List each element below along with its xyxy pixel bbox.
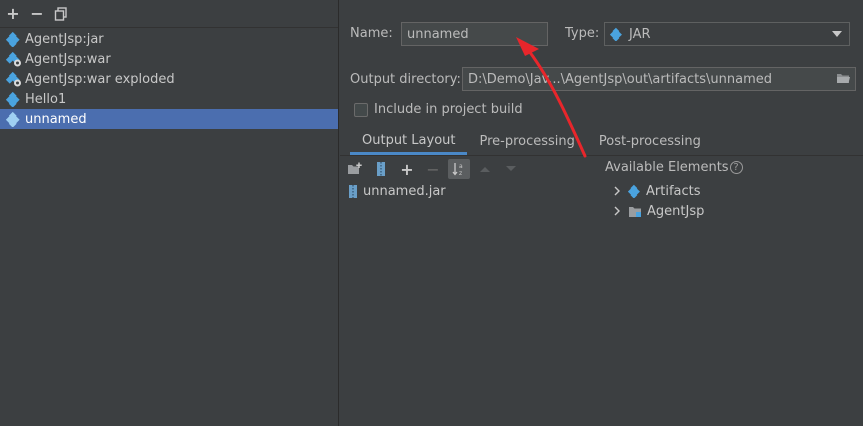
- create-archive-button[interactable]: [370, 159, 392, 179]
- artifacts-toolbar: + −: [0, 0, 338, 28]
- artifact-item-hello1[interactable]: Hello1: [0, 89, 338, 109]
- type-label: Type:: [565, 26, 600, 41]
- available-elements-header: Available Elements ?: [605, 160, 743, 175]
- add-artifact-button[interactable]: +: [4, 5, 22, 23]
- include-in-build-label: Include in project build: [374, 102, 523, 117]
- svg-text:z: z: [459, 170, 462, 177]
- chevron-right-icon[interactable]: [610, 184, 624, 198]
- artifact-label: Hello1: [25, 91, 67, 107]
- artifact-item-agentjsp-jar[interactable]: AgentJsp:jar: [0, 29, 338, 49]
- available-elements-tree: Artifacts AgentJsp: [610, 181, 704, 221]
- copy-icon: [54, 6, 67, 21]
- artifact-tabs: Output Layout Pre-processing Post-proces…: [350, 128, 713, 155]
- move-down-button[interactable]: [500, 159, 522, 179]
- jar-artifact-icon: [5, 31, 22, 48]
- remove-button[interactable]: −: [422, 159, 444, 179]
- tab-post-processing[interactable]: Post-processing: [587, 128, 713, 155]
- artifact-item-agentjsp-war-exploded[interactable]: AgentJsp:war exploded: [0, 69, 338, 89]
- artifact-label: AgentJsp:jar: [25, 31, 104, 47]
- tabs-divider: [340, 155, 863, 156]
- chevron-right-icon[interactable]: [610, 204, 624, 218]
- output-directory-label: Output directory:: [350, 72, 461, 87]
- name-field[interactable]: unnamed: [401, 22, 548, 46]
- artifacts-panel: + − AgentJsp:jar AgentJsp:war AgentJsp:w…: [0, 0, 339, 426]
- add-copy-button[interactable]: +: [396, 159, 418, 179]
- artifact-icon: [5, 91, 22, 108]
- artifact-settings-panel: Name: unnamed Type: JAR Output directory…: [340, 0, 863, 426]
- move-up-button[interactable]: [474, 159, 496, 179]
- layout-item-label: unnamed.jar: [363, 183, 446, 199]
- name-label: Name:: [350, 26, 393, 41]
- available-item-artifacts[interactable]: Artifacts: [610, 181, 704, 201]
- type-value: JAR: [629, 26, 651, 42]
- chevron-down-icon[interactable]: [832, 31, 842, 37]
- sort-elements-button[interactable]: a z: [448, 159, 470, 179]
- artifact-label: AgentJsp:war: [25, 51, 111, 67]
- new-folder-icon: [348, 162, 362, 174]
- type-combo[interactable]: JAR: [604, 22, 850, 46]
- artifact-icon: [5, 111, 22, 128]
- include-in-build-row[interactable]: Include in project build: [354, 102, 523, 117]
- jar-type-icon: [610, 27, 624, 41]
- war-artifact-icon: [5, 51, 22, 67]
- war-exploded-artifact-icon: [5, 71, 22, 87]
- module-folder-icon: [628, 205, 643, 218]
- jar-file-icon: [348, 184, 358, 199]
- arrow-down-icon: [506, 166, 516, 171]
- sort-az-icon: a z: [452, 163, 463, 177]
- output-directory-field[interactable]: D:\Demo\Jav...\AgentJsp\out\artifacts\un…: [462, 67, 856, 91]
- available-elements-label: Available Elements: [605, 160, 729, 175]
- layout-item-unnamed-jar[interactable]: unnamed.jar: [348, 181, 446, 201]
- artifact-item-agentjsp-war[interactable]: AgentJsp:war: [0, 49, 338, 69]
- archive-icon: [377, 162, 385, 176]
- available-item-label: AgentJsp: [647, 203, 705, 219]
- output-layout-toolbar: + − a z: [344, 158, 522, 180]
- include-in-build-checkbox[interactable]: [354, 102, 368, 117]
- new-directory-button[interactable]: [344, 159, 366, 179]
- artifact-label: unnamed: [25, 111, 87, 127]
- output-layout-tree: unnamed.jar: [348, 181, 446, 201]
- artifact-list: AgentJsp:jar AgentJsp:war AgentJsp:war e…: [0, 29, 338, 129]
- svg-text:a: a: [459, 163, 463, 170]
- tab-output-layout[interactable]: Output Layout: [350, 128, 468, 155]
- available-item-agentjsp[interactable]: AgentJsp: [610, 201, 704, 221]
- available-item-label: Artifacts: [646, 183, 701, 199]
- artifact-label: AgentJsp:war exploded: [25, 71, 175, 87]
- artifacts-icon: [628, 184, 642, 198]
- remove-artifact-button[interactable]: −: [28, 5, 46, 23]
- copy-artifact-button[interactable]: [52, 5, 70, 23]
- arrow-up-icon: [480, 167, 490, 172]
- output-directory-value: D:\Demo\Jav...\AgentJsp\out\artifacts\un…: [468, 71, 772, 87]
- browse-folder-icon[interactable]: [836, 72, 851, 85]
- artifact-item-unnamed[interactable]: unnamed: [0, 109, 338, 129]
- help-icon[interactable]: ?: [729, 161, 743, 174]
- tab-pre-processing[interactable]: Pre-processing: [467, 128, 586, 155]
